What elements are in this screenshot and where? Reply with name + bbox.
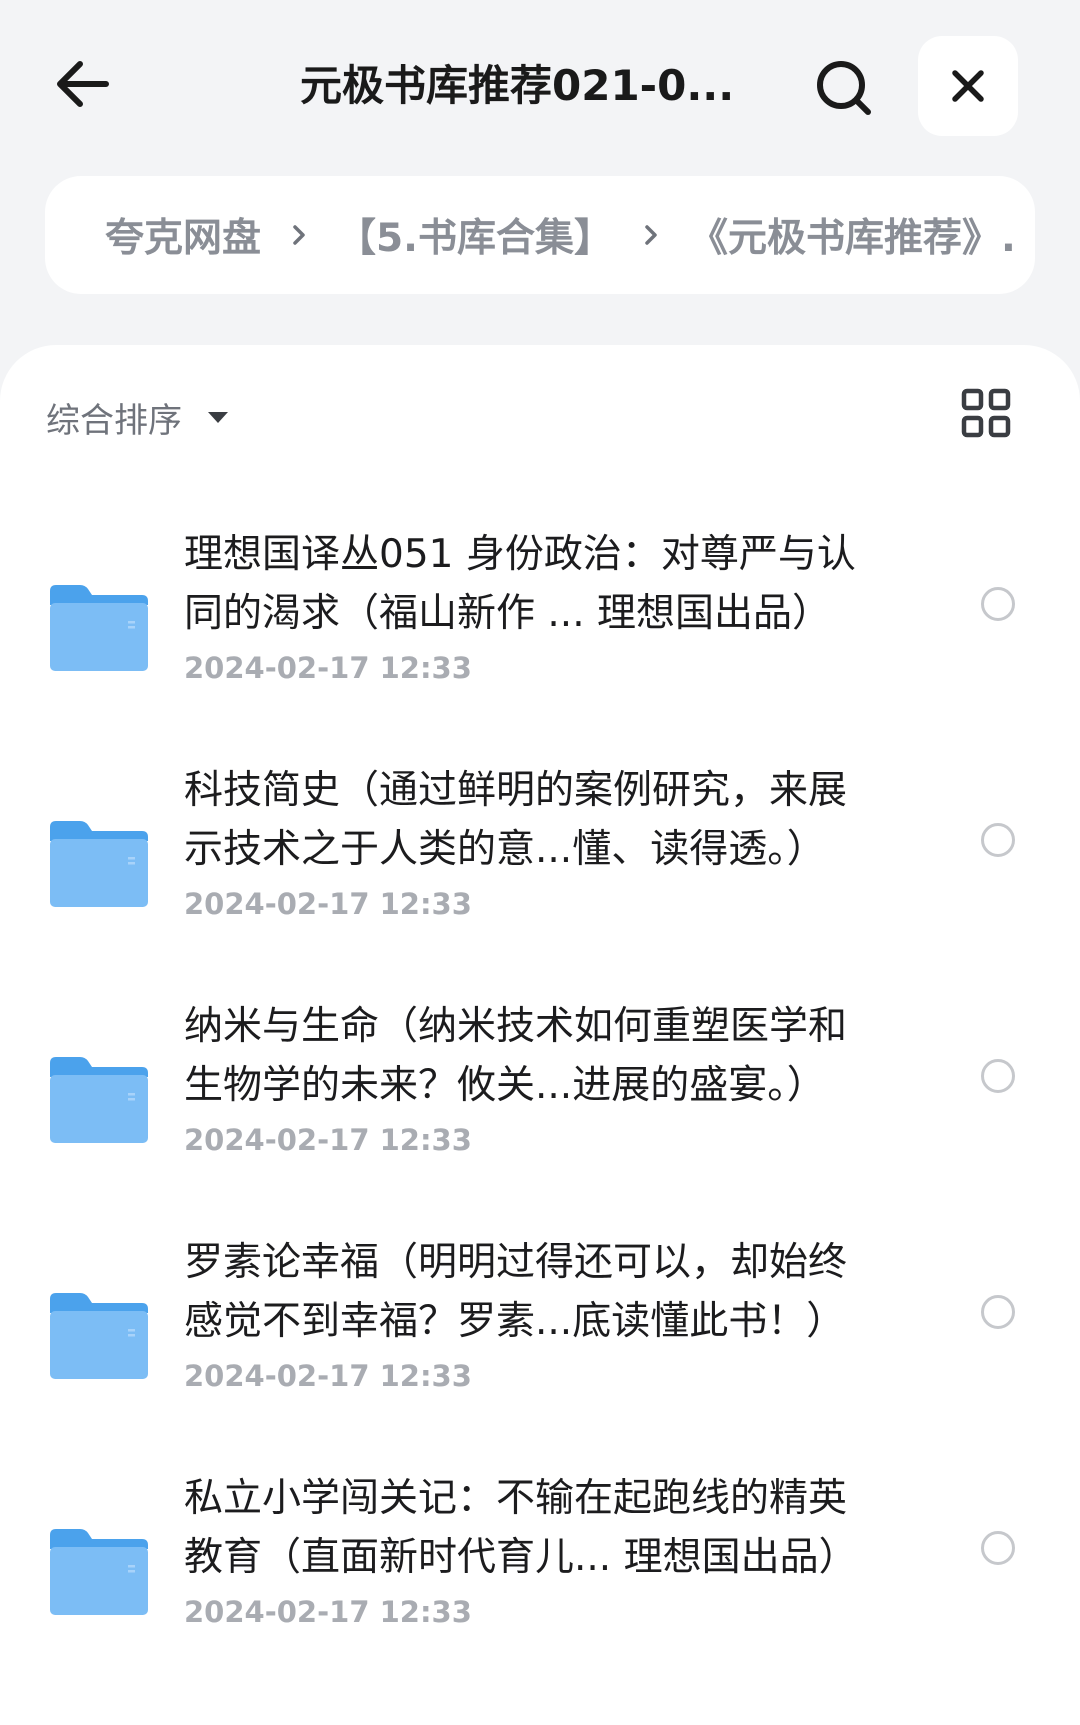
- file-name: 理想国译丛051 身份政治：对尊严与认同的渴求（福山新作 ... 理想国出品）: [184, 532, 856, 636]
- view-toggle-button[interactable]: [960, 387, 1012, 439]
- search-button[interactable]: [812, 56, 876, 120]
- chevron-right-icon: [261, 224, 337, 246]
- file-name: 纳米与生命（纳米技术如何重塑医学和生物学的未来？攸关...进展的盛宴。）: [184, 1004, 848, 1108]
- close-button[interactable]: [918, 36, 1018, 136]
- page-title: 元极书库推荐021-0...: [300, 61, 735, 110]
- folder-icon: [50, 1529, 148, 1615]
- breadcrumb-item-collection[interactable]: 【5.书库合集】: [337, 207, 613, 263]
- sort-dropdown[interactable]: 综合排序: [46, 393, 228, 442]
- arrow-left-icon: [57, 61, 109, 107]
- breadcrumb-item-root[interactable]: 夸克网盘: [105, 207, 261, 263]
- breadcrumb: 夸克网盘 【5.书库合集】 《元极书库推荐》.: [45, 176, 1035, 294]
- file-date: 2024-02-17 12:33: [184, 651, 472, 685]
- file-name: 罗素论幸福（明明过得还可以，却始终感觉不到幸福？罗素...底读懂此书！）: [184, 1240, 848, 1344]
- file-name: 科技简史（通过鲜明的案例研究，来展示技术之于人类的意...懂、读得透。）: [184, 768, 848, 872]
- close-icon: [952, 70, 984, 102]
- file-name: 私立小学闯关记：不输在起跑线的精英教育（直面新时代育儿... 理想国出品）: [184, 1476, 858, 1580]
- chevron-right-icon: [613, 224, 689, 246]
- select-radio[interactable]: [981, 823, 1015, 857]
- file-date: 2024-02-17 12:33: [184, 887, 472, 921]
- folder-icon: [50, 1057, 148, 1143]
- sort-label: 综合排序: [46, 401, 182, 441]
- file-list-panel: 综合排序 理想国译丛051 身份政治：对尊严与认同的渴求（福山新作 ... 理想…: [0, 345, 1080, 1725]
- select-radio[interactable]: [981, 1531, 1015, 1565]
- file-row[interactable]: 理想国译丛051 身份政治：对尊严与认同的渴求（福山新作 ... 理想国出品） …: [0, 525, 1080, 761]
- file-row[interactable]: 纳米与生命（纳米技术如何重塑医学和生物学的未来？攸关...进展的盛宴。） 202…: [0, 997, 1080, 1233]
- select-radio[interactable]: [981, 587, 1015, 621]
- file-row[interactable]: 罗素论幸福（明明过得还可以，却始终感觉不到幸福？罗素...底读懂此书！） 202…: [0, 1233, 1080, 1469]
- back-button[interactable]: [50, 52, 114, 116]
- top-bar: 元极书库推荐021-0...: [0, 0, 1080, 170]
- caret-down-icon: [208, 412, 228, 423]
- folder-icon: [50, 821, 148, 907]
- file-date: 2024-02-17 12:33: [184, 1123, 472, 1157]
- file-row[interactable]: 科技简史（通过鲜明的案例研究，来展示技术之于人类的意...懂、读得透。） 202…: [0, 761, 1080, 997]
- file-row[interactable]: 私立小学闯关记：不输在起跑线的精英教育（直面新时代育儿... 理想国出品） 20…: [0, 1469, 1080, 1705]
- file-date: 2024-02-17 12:33: [184, 1359, 472, 1393]
- breadcrumb-item-current[interactable]: 《元极书库推荐》.: [689, 207, 1016, 263]
- file-date: 2024-02-17 12:33: [184, 1595, 472, 1629]
- grid-view-icon: [961, 388, 1011, 438]
- folder-icon: [50, 585, 148, 671]
- folder-icon: [50, 1293, 148, 1379]
- select-radio[interactable]: [981, 1295, 1015, 1329]
- select-radio[interactable]: [981, 1059, 1015, 1093]
- search-icon: [817, 61, 871, 115]
